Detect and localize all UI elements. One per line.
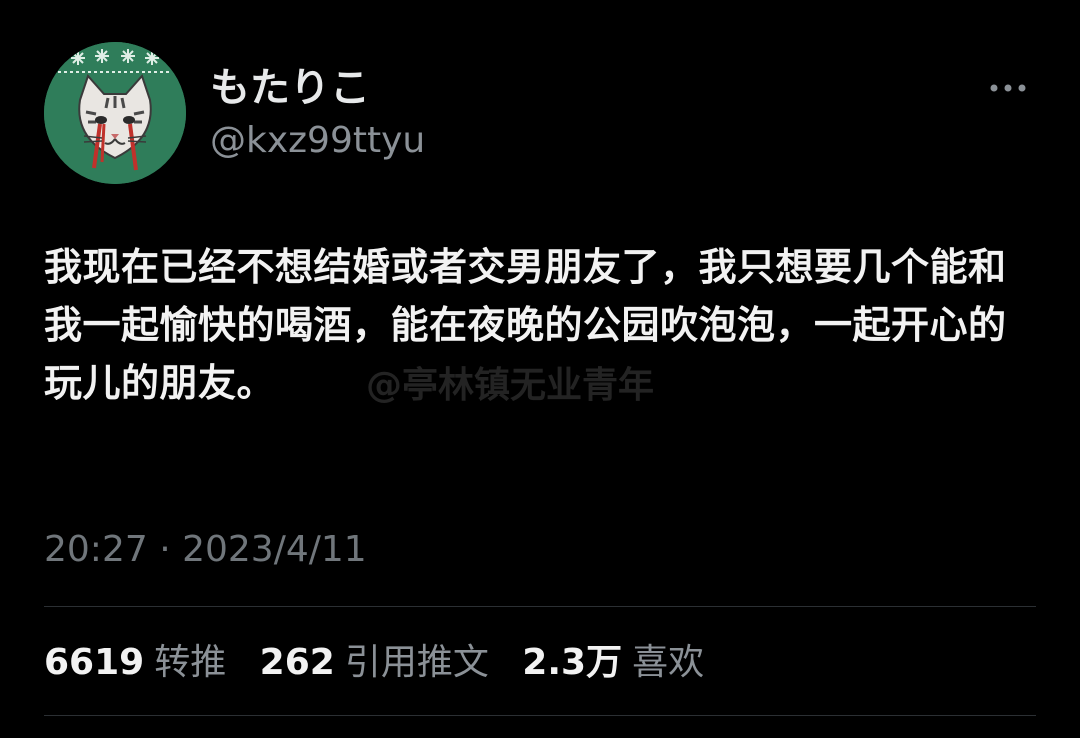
avatar[interactable]: [44, 42, 186, 184]
user-handle[interactable]: @kxz99ttyu: [210, 118, 425, 164]
divider: [44, 715, 1036, 716]
tweet-header: もたりこ @kxz99ttyu: [44, 42, 1036, 184]
engagement-stats: 6619 转推 262 引用推文 2.3万 喜欢: [44, 638, 726, 688]
like-stat[interactable]: 2.3万 喜欢: [522, 638, 704, 688]
divider: [44, 606, 1036, 607]
watermark: @亭林镇无业青年: [366, 365, 655, 406]
quote-stat[interactable]: 262 引用推文: [260, 638, 489, 688]
tweet-timestamp[interactable]: 20:27 · 2023/4/11: [44, 526, 367, 574]
retweet-stat[interactable]: 6619 转推: [44, 638, 226, 688]
cat-avatar-icon: [44, 42, 186, 184]
author-identity[interactable]: もたりこ @kxz99ttyu: [210, 64, 425, 164]
quote-label: 引用推文: [344, 642, 489, 683]
like-count: 2.3万: [522, 642, 623, 683]
retweet-count: 6619: [44, 642, 145, 683]
like-label: 喜欢: [632, 642, 705, 683]
quote-count: 262: [259, 642, 335, 683]
retweet-label: 转推: [154, 642, 227, 683]
more-options-icon[interactable]: [988, 80, 1028, 96]
display-name[interactable]: もたりこ: [210, 64, 425, 112]
tweet-detail: もたりこ @kxz99ttyu 我现在已经不想结婚或者交男朋友了，我只想要几个能…: [0, 0, 1080, 738]
